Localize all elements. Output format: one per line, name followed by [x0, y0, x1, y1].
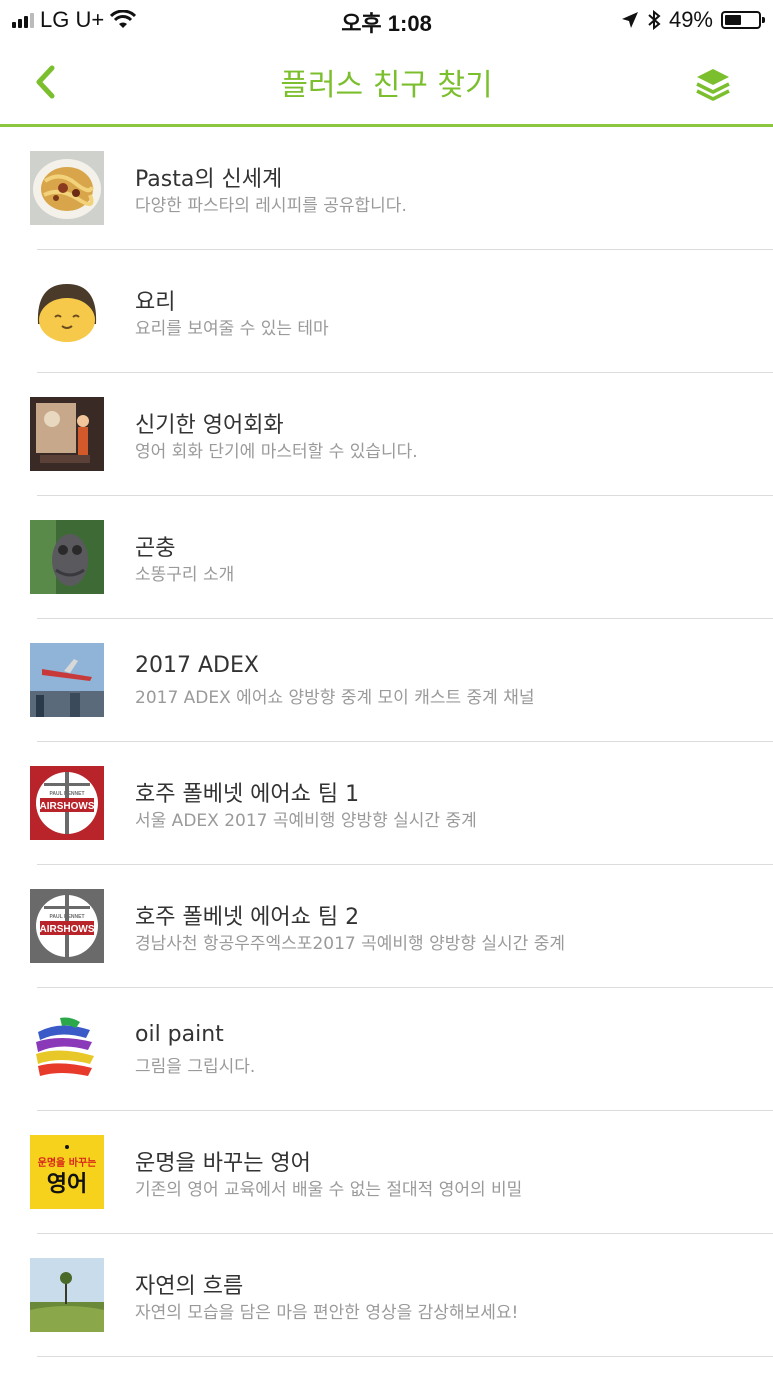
logo-top-text: PAUL BENNET [49, 914, 84, 920]
list-item[interactable]: Pasta의 신세계 다양한 파스타의 레시피를 공유합니다. [0, 127, 773, 250]
airshows-logo-red: AIRSHOWS PAUL BENNET [30, 766, 104, 840]
channel-description: 그림을 그립시다. [135, 1057, 256, 1077]
illustration-image [30, 397, 104, 471]
channel-description: 요리를 보여줄 수 있는 테마 [135, 319, 329, 339]
channel-description: 서울 ADEX 2017 곡예비행 양방향 실시간 중계 [135, 811, 477, 831]
status-right: 49% [621, 7, 765, 33]
navigation-bar: 플러스 친구 찾기 [0, 40, 773, 127]
insect-image [30, 520, 104, 594]
airplane-image [30, 643, 104, 717]
channel-description: 다양한 파스타의 레시피를 공유합니다. [135, 196, 407, 216]
layers-icon[interactable] [693, 64, 733, 104]
channel-description: 기존의 영어 교육에서 배울 수 없는 절대적 영어의 비밀 [135, 1180, 523, 1200]
airshows-logo-gray: AIRSHOWS PAUL BENNET [30, 889, 104, 963]
channel-name: 2017 ADEX [135, 653, 259, 678]
location-arrow-icon [621, 12, 638, 28]
status-bar: LG U+ 오후 1:08 49% [0, 0, 773, 40]
list-item[interactable]: 2017 ADEX 2017 ADEX 에어쇼 양방향 중계 모이 캐스트 중계… [0, 619, 773, 742]
logo-main-text: AIRSHOWS [40, 801, 95, 812]
channel-description: 영어 회화 단기에 마스터할 수 있습니다. [135, 442, 418, 462]
book-cover-image: 운명을 바꾸는 영어 [30, 1135, 104, 1209]
channel-name: 호주 폴베넷 에어쇼 팀 2 [135, 905, 360, 930]
list-item[interactable]: 요리 요리를 보여줄 수 있는 테마 [0, 250, 773, 373]
channel-name: 호주 폴베넷 에어쇼 팀 1 [135, 782, 360, 807]
channel-list: Pasta의 신세계 다양한 파스타의 레시피를 공유합니다. 요리 요리를 보… [0, 127, 773, 1357]
list-item[interactable]: oil paint 그림을 그립시다. [0, 988, 773, 1111]
channel-name: 운명을 바꾸는 영어 [135, 1151, 311, 1176]
channel-name: 신기한 영어회화 [135, 413, 284, 438]
divider [37, 1356, 773, 1357]
page-title: 플러스 친구 찾기 [280, 68, 493, 103]
nature-image [30, 1258, 104, 1332]
channel-name: 자연의 흐름 [135, 1274, 244, 1299]
list-item[interactable]: AIRSHOWS PAUL BENNET 호주 폴베넷 에어쇼 팀 1 서울 A… [0, 742, 773, 865]
list-item[interactable]: 곤충 소똥구리 소개 [0, 496, 773, 619]
channel-name: 곤충 [135, 536, 176, 561]
paint-image [30, 1012, 104, 1086]
channel-description: 소똥구리 소개 [135, 565, 235, 585]
list-item[interactable]: 자연의 흐름 자연의 모습을 담은 마음 편안한 영상을 감상해보세요! [0, 1234, 773, 1357]
channel-name: 요리 [135, 290, 176, 315]
list-item[interactable]: 운명을 바꾸는 영어 운명을 바꾸는 영어 기존의 영어 교육에서 배울 수 없… [0, 1111, 773, 1234]
channel-description: 2017 ADEX 에어쇼 양방향 중계 모이 캐스트 중계 채널 [135, 688, 535, 708]
smiling-face-image [30, 274, 104, 348]
battery-percent: 49% [668, 7, 713, 32]
cover-line2-text: 영어 [47, 1172, 87, 1197]
logo-main-text: AIRSHOWS [40, 924, 95, 935]
channel-description: 자연의 모습을 담은 마음 편안한 영상을 감상해보세요! [135, 1303, 519, 1323]
pasta-image [30, 151, 104, 225]
list-item[interactable]: 신기한 영어회화 영어 회화 단기에 마스터할 수 있습니다. [0, 373, 773, 496]
cover-line1-text: 운명을 바꾸는 [38, 1156, 97, 1169]
logo-top-text: PAUL BENNET [49, 791, 84, 797]
channel-name: oil paint [135, 1022, 224, 1047]
bluetooth-icon [648, 10, 661, 30]
battery-icon [721, 11, 765, 29]
channel-description: 경남사천 항공우주엑스포2017 곡예비행 양방향 실시간 중계 [135, 934, 566, 954]
channel-name: Pasta의 신세계 [135, 167, 283, 192]
list-item[interactable]: AIRSHOWS PAUL BENNET 호주 폴베넷 에어쇼 팀 2 경남사천… [0, 865, 773, 988]
